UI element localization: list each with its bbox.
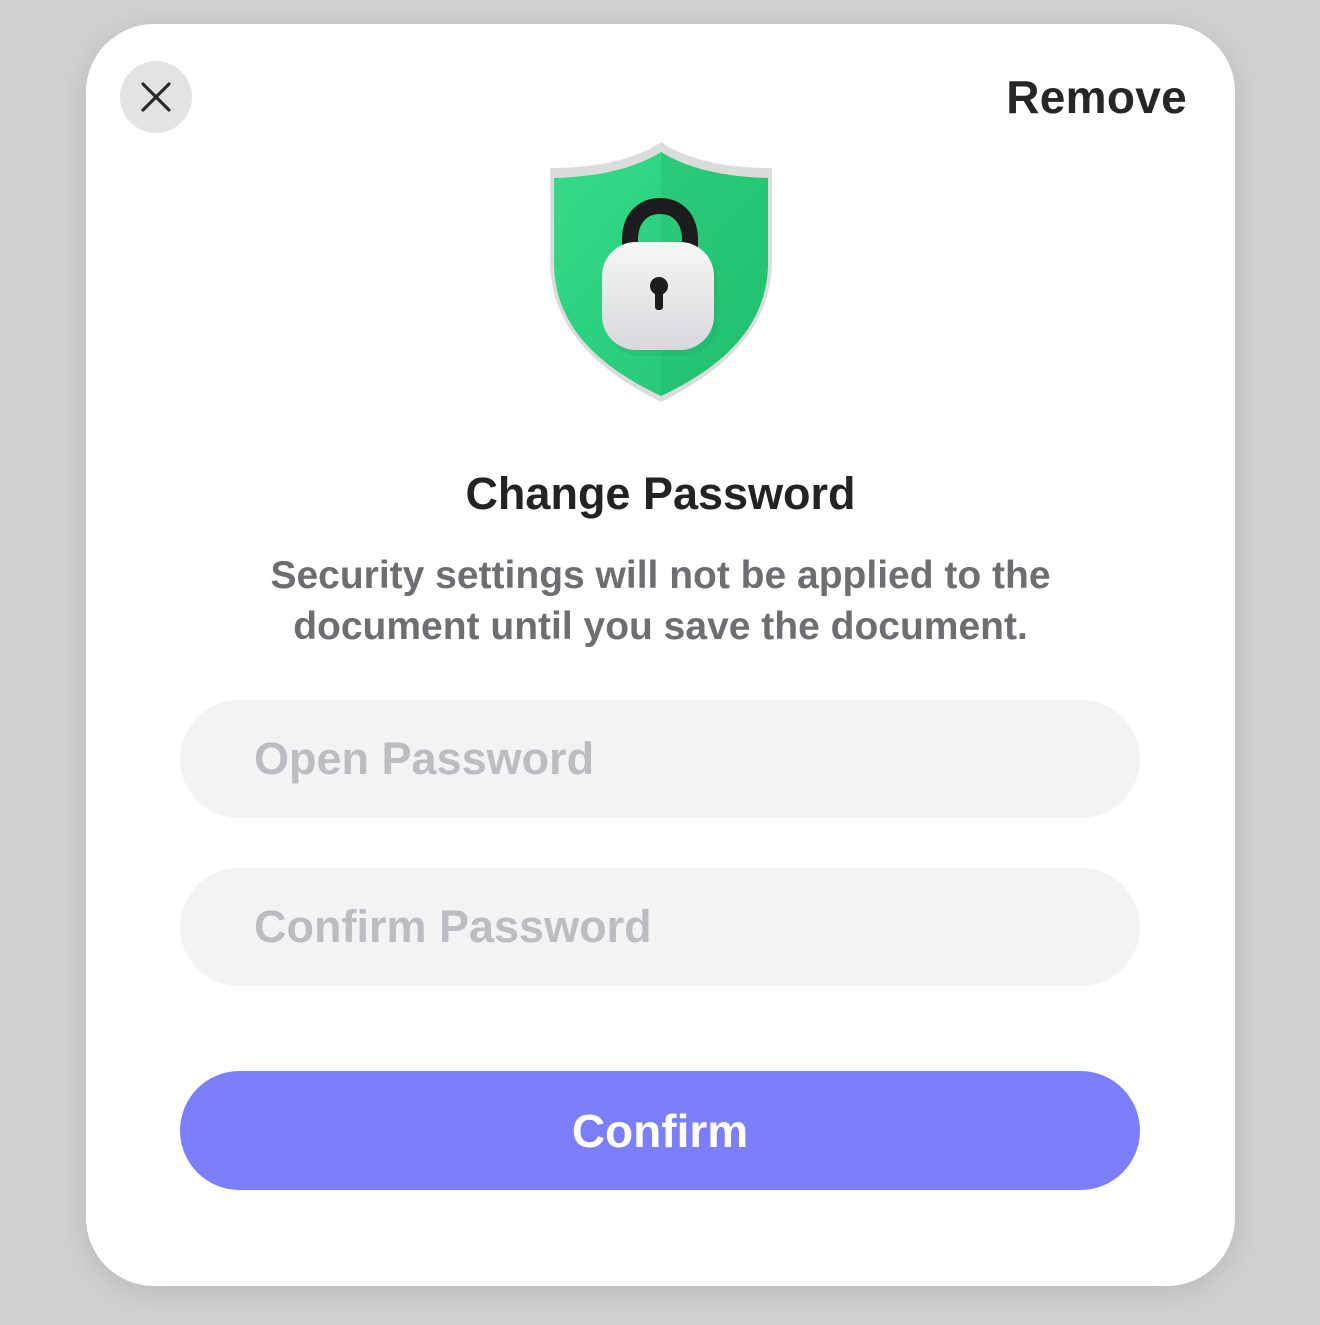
open-password-field[interactable] bbox=[180, 700, 1140, 818]
change-password-dialog: Remove Change Password Security settings… bbox=[86, 24, 1235, 1286]
confirm-button[interactable]: Confirm bbox=[180, 1071, 1140, 1190]
remove-button[interactable]: Remove bbox=[1006, 70, 1187, 124]
dialog-title: Change Password bbox=[465, 468, 856, 519]
dialog-description: Security settings will not be applied to… bbox=[270, 554, 1051, 648]
close-button[interactable] bbox=[120, 61, 192, 133]
shield-lock-icon bbox=[550, 142, 772, 402]
confirm-password-field[interactable] bbox=[180, 868, 1140, 986]
close-icon bbox=[141, 82, 171, 112]
